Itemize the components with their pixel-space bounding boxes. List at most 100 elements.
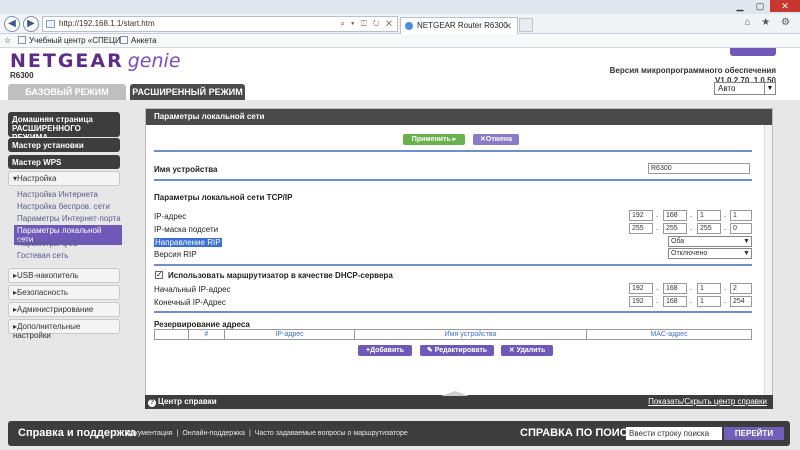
tab-basic-mode[interactable]: БАЗОВЫЙ РЕЖИМ	[8, 84, 126, 100]
sidebar-item-setup[interactable]: ▾Настройка	[8, 171, 120, 186]
ip-address-label: IP-адрес	[154, 212, 187, 221]
window-controls: ▁ ▢ ✕	[730, 0, 800, 12]
end-ip-label: Конечный IP-Адрес	[154, 298, 226, 307]
reservation-section-title: Резервирование адреса	[154, 320, 250, 329]
sidebar-item-guest-network[interactable]: Гостевая сеть	[17, 251, 68, 260]
sidebar-item-qos[interactable]: Параметры QoS	[17, 239, 78, 248]
favorite-link[interactable]: Анкета	[120, 34, 157, 47]
table-header-ip: IP-адрес	[225, 330, 355, 339]
table-header-device-name: Имя устройства	[355, 330, 587, 339]
apply-button[interactable]: Применить ▸	[403, 134, 465, 145]
help-center-drag-handle[interactable]	[441, 391, 469, 396]
rip-direction-label: Направление RIP	[154, 238, 222, 247]
ip-octet-3[interactable]: 1	[697, 210, 721, 221]
end-ip-octet-3[interactable]: 1	[697, 296, 721, 307]
help-center-link[interactable]: ? Центр справки	[148, 395, 217, 409]
start-ip-octet-1[interactable]: 192	[629, 283, 653, 294]
tab-close-icon[interactable]: ✕	[504, 18, 512, 34]
favorites-star-icon[interactable]: ☆	[4, 34, 11, 47]
favorites-bar: ☆ Учебный центр «СПЕЦИ... Анкета	[0, 34, 800, 48]
reservation-table-header: # IP-адрес Имя устройства MAC-адрес	[154, 329, 752, 340]
ip-octet-2[interactable]: 168	[663, 210, 687, 221]
new-tab-button[interactable]	[519, 18, 533, 32]
chevron-down-icon: ▼	[743, 238, 750, 245]
address-bar[interactable]: http://192.168.1.1/start.htm ⌕ ▾ ◫ ↻ ✕	[42, 16, 398, 32]
browser-tool-icons[interactable]: ⌂ ★ ⚙	[744, 17, 794, 28]
help-icon: ?	[148, 399, 156, 407]
favorite-page-icon	[120, 36, 128, 44]
sidebar-item-security[interactable]: ▸Безопасность	[8, 285, 120, 300]
language-select[interactable]: Авто ▼	[714, 82, 776, 95]
ip-octet-4[interactable]: 1	[730, 210, 752, 221]
favorite-link[interactable]: Учебный центр «СПЕЦИ...	[18, 34, 127, 47]
address-url: http://192.168.1.1/start.htm	[59, 19, 155, 28]
address-tools-icon[interactable]: ⌕ ▾ ◫ ↻ ✕	[340, 17, 394, 31]
panel-scrollbar[interactable]	[764, 125, 772, 407]
divider	[154, 264, 752, 266]
divider	[154, 311, 752, 313]
rip-direction-select[interactable]: Оба ▼	[668, 236, 752, 247]
start-ip-octet-3[interactable]: 1	[697, 283, 721, 294]
start-ip-octet-4[interactable]: 2	[730, 283, 752, 294]
support-footer: Справка и поддержка Документация | Онлай…	[8, 421, 790, 446]
documentation-link[interactable]: Документация	[126, 430, 173, 437]
help-search-input[interactable]: Ввести строку поиска	[626, 427, 722, 440]
sidebar-item-setup-wizard[interactable]: Мастер установки	[8, 138, 120, 152]
page-icon	[46, 20, 55, 28]
start-ip-octet-2[interactable]: 168	[663, 283, 687, 294]
toggle-help-center-link[interactable]: Показать/Скрыть центр справки	[648, 395, 767, 409]
end-ip-octet-4[interactable]: 254	[730, 296, 752, 307]
end-ip-octet-1[interactable]: 192	[629, 296, 653, 307]
minimize-button[interactable]: ▁	[730, 0, 750, 12]
cancel-button[interactable]: ✕Отмена	[473, 134, 519, 145]
sidebar-item-internet-port[interactable]: Параметры Интернет-порта	[17, 214, 121, 223]
search-help-title: СПРАВКА ПО ПОИСКУ	[520, 427, 642, 439]
netgear-logo: NETGEAR genie	[10, 50, 181, 72]
back-button[interactable]: ◀	[4, 16, 20, 32]
end-ip-octet-2[interactable]: 168	[663, 296, 687, 307]
sidebar: Домашняя страница РАСШИРЕННОГО РЕЖИМА Ма…	[0, 100, 140, 418]
sidebar-item-administration[interactable]: ▸Администрирование	[8, 302, 120, 317]
divider	[154, 179, 752, 181]
mask-octet-3[interactable]: 255	[697, 223, 721, 234]
forward-button[interactable]: ▶	[23, 16, 39, 32]
close-window-button[interactable]: ✕	[770, 0, 800, 12]
device-name-field[interactable]: R6300	[648, 163, 750, 174]
chevron-down-icon: ▼	[743, 250, 750, 257]
browser-navbar: ◀ ▶ http://192.168.1.1/start.htm ⌕ ▾ ◫ ↻…	[0, 14, 800, 34]
mask-octet-1[interactable]: 255	[629, 223, 653, 234]
sidebar-item-wireless-setup[interactable]: Настройка беспров. сети	[17, 202, 110, 211]
device-name-label: Имя устройства	[154, 165, 218, 174]
subnet-mask-label: IP-маска подсети	[154, 225, 219, 234]
sidebar-item-usb[interactable]: ▸USB-накопитель	[8, 268, 120, 283]
sidebar-item-wps-wizard[interactable]: Мастер WPS	[8, 155, 120, 169]
maximize-button[interactable]: ▢	[750, 0, 770, 12]
edit-button[interactable]: ✎ Редактировать	[420, 345, 494, 356]
support-title: Справка и поддержка	[18, 427, 136, 439]
faq-link[interactable]: Часто задаваемые вопросы о маршрутизатор…	[255, 430, 408, 437]
go-button[interactable]: ПЕРЕЙТИ	[724, 427, 784, 440]
rip-version-select[interactable]: Отключено ▼	[668, 248, 752, 259]
browser-tab[interactable]: NETGEAR Router R6300 ✕	[400, 17, 518, 34]
sidebar-item-advanced-setup[interactable]: ▸Дополнительные настройки	[8, 319, 120, 340]
add-button[interactable]: +Добавить	[358, 345, 412, 356]
dhcp-server-checkbox[interactable]: ✓	[155, 271, 163, 279]
logout-button[interactable]	[730, 48, 776, 56]
favorite-page-icon	[18, 36, 26, 44]
tcpip-section-title: Параметры локальной сети TCP/IP	[154, 193, 293, 202]
tab-advanced-mode[interactable]: РАСШИРЕННЫЙ РЕЖИМ	[130, 84, 245, 100]
table-header-mac: MAC-адрес	[650, 331, 688, 338]
ip-octet-1[interactable]: 192	[629, 210, 653, 221]
chevron-down-icon: ▼	[764, 83, 775, 94]
divider	[154, 150, 752, 152]
model-name: R6300	[10, 71, 34, 80]
mask-octet-4[interactable]: 0	[730, 223, 752, 234]
sidebar-item-home[interactable]: Домашняя страница РАСШИРЕННОГО РЕЖИМА	[8, 112, 120, 142]
panel-title: Параметры локальной сети	[146, 109, 772, 125]
mask-octet-2[interactable]: 255	[663, 223, 687, 234]
online-support-link[interactable]: Онлайн-поддержка	[182, 430, 245, 437]
delete-button[interactable]: ✕ Удалить	[501, 345, 553, 356]
table-header-select	[155, 330, 189, 339]
help-center-bar: ? Центр справки Показать/Скрыть центр спр…	[145, 391, 773, 409]
sidebar-item-internet-setup[interactable]: Настройка Интернета	[17, 190, 98, 199]
